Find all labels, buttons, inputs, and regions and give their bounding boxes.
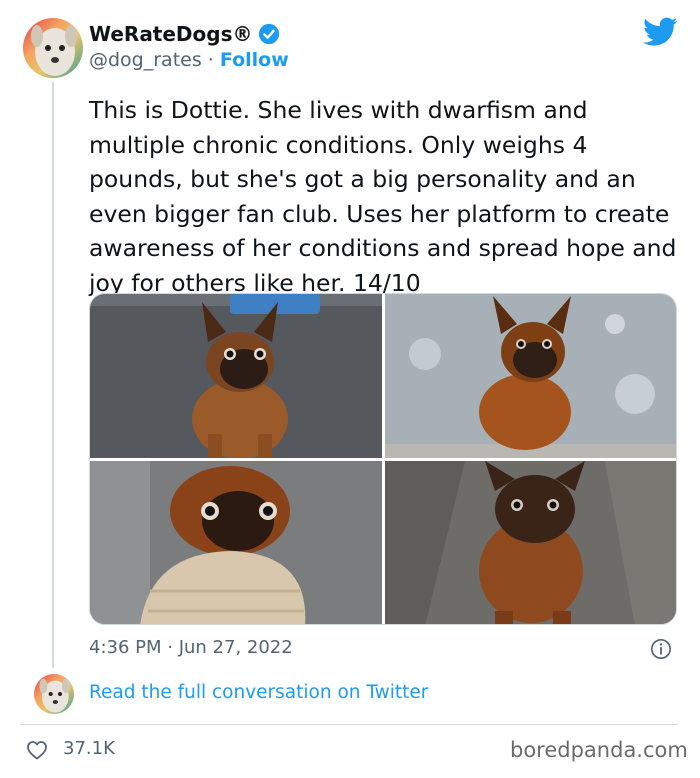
tweet-timestamp[interactable]: 4:36 PM · Jun 27, 2022	[89, 637, 293, 658]
author-display-name[interactable]: WeRateDogs®	[89, 22, 253, 46]
watermark: boredpanda.com	[510, 738, 688, 762]
media-photo-3[interactable]	[90, 461, 382, 624]
handle-separator: ·	[201, 49, 220, 71]
media-photo-2[interactable]	[385, 294, 676, 458]
tweet-text: This is Dottie. She lives with dwarfism …	[89, 96, 677, 297]
info-icon[interactable]	[650, 638, 672, 660]
like-count[interactable]: 37.1K	[63, 738, 115, 759]
author-handle-row: @dog_rates · Follow	[89, 49, 289, 71]
author-name-row: WeRateDogs®	[89, 22, 280, 46]
media-photo-4[interactable]	[385, 461, 676, 624]
verified-badge-icon	[258, 23, 279, 45]
media-grid	[89, 293, 677, 625]
author-avatar-small	[34, 674, 74, 714]
thread-line	[52, 82, 54, 668]
footer-divider	[20, 724, 678, 725]
author-handle[interactable]: @dog_rates	[89, 49, 202, 71]
follow-button[interactable]: Follow	[220, 49, 289, 71]
heart-icon[interactable]	[25, 738, 49, 762]
media-photo-1[interactable]	[90, 294, 382, 458]
read-conversation-link[interactable]: Read the full conversation on Twitter	[89, 682, 428, 703]
author-avatar[interactable]	[23, 18, 83, 78]
twitter-bird-icon[interactable]	[643, 17, 678, 47]
